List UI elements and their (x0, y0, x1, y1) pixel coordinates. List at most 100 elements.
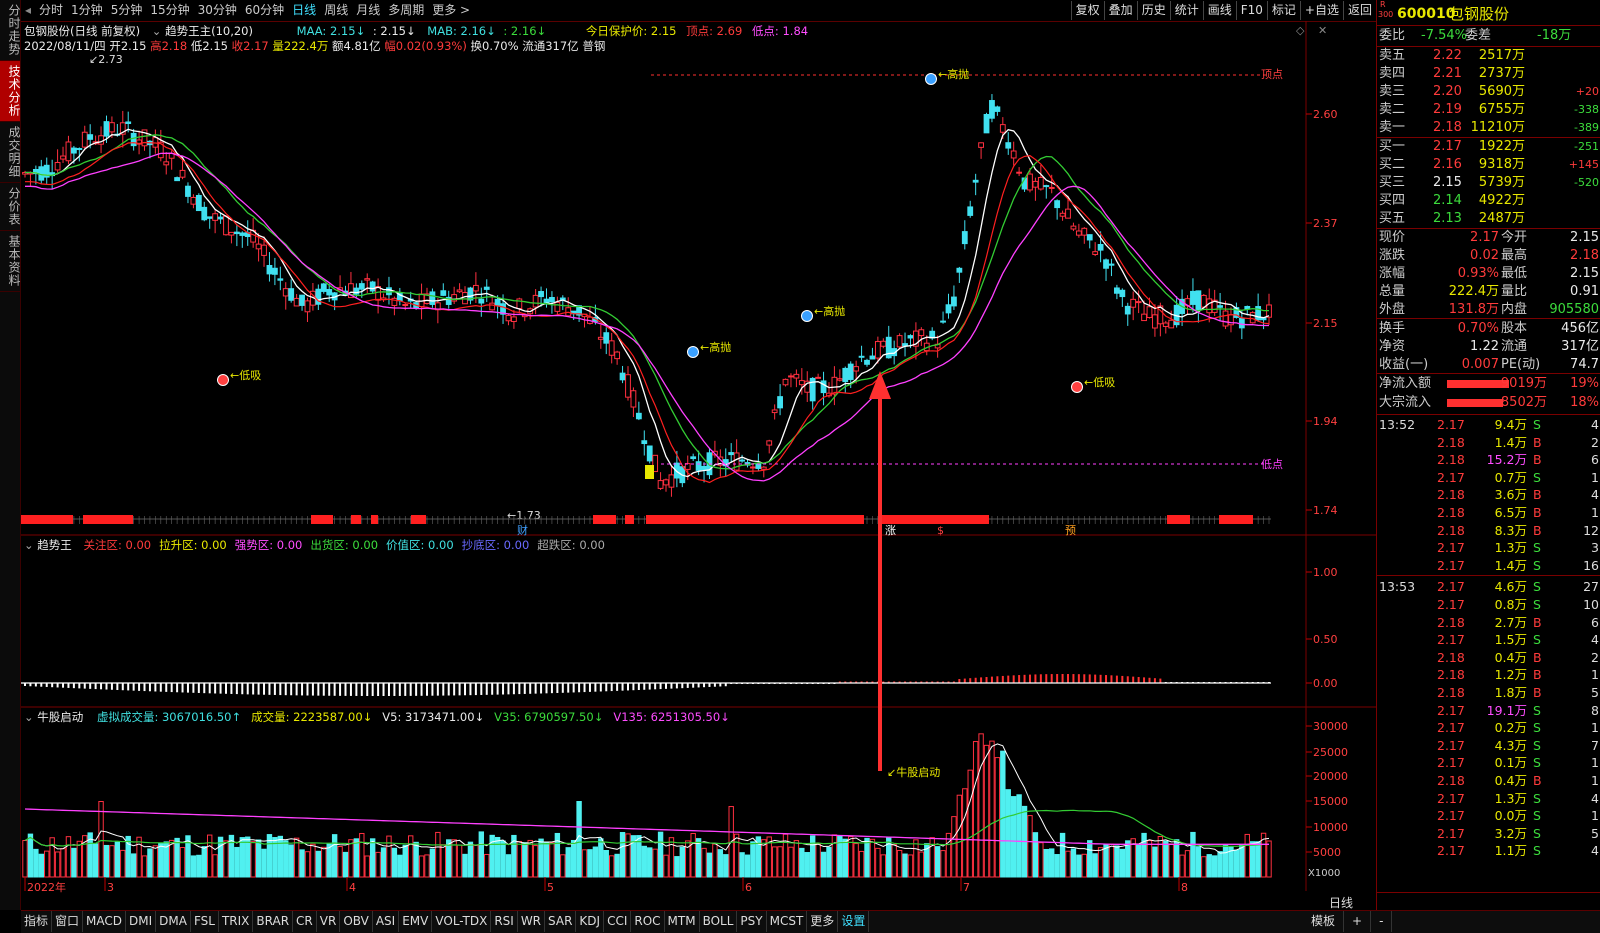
daily-button[interactable]: 日线 (1329, 894, 1353, 911)
toolbar-button-6[interactable]: 标记 (1266, 1, 1300, 20)
indicator-tab-22[interactable]: PSY (737, 911, 767, 932)
tick-price: 2.17 (1437, 825, 1465, 841)
toolbar-collapse-icon[interactable]: ◂ (21, 0, 35, 21)
indicator-tab-0[interactable]: 指标 (21, 911, 53, 932)
tick-row: 2.18 1.2万 B 1 (1377, 666, 1600, 683)
tick-volume: 3.6万 (1494, 487, 1527, 503)
indicator-tab-11[interactable]: ASI (373, 911, 400, 932)
period-tab-6[interactable]: 日线 (288, 0, 320, 21)
candle (516, 297, 523, 314)
toolbar-button-4[interactable]: 画线 (1202, 1, 1236, 20)
buys-label: 买二 (1379, 157, 1406, 172)
toolbar-button-8[interactable]: 返回 (1342, 1, 1376, 20)
toolbar-button-3[interactable]: 统计 (1169, 1, 1203, 20)
indicator-tab-2[interactable]: MACD (83, 911, 127, 932)
left-tab-4[interactable]: 基本资料 (0, 231, 21, 292)
period-tab-8[interactable]: 月线 (352, 0, 384, 21)
period-tab-3[interactable]: 15分钟 (146, 0, 193, 21)
indicator-tab-7[interactable]: BRAR (253, 911, 294, 932)
indicator-tab-16[interactable]: SAR (545, 911, 577, 932)
indicator-tab-13[interactable]: VOL-TDX (432, 911, 492, 932)
sells-price: 2.19 (1433, 102, 1462, 117)
indicator-tab-14[interactable]: RSI (491, 911, 518, 932)
indicator-tab-24[interactable]: 更多 (807, 911, 839, 932)
quote2-label2: 流通 (1501, 339, 1528, 354)
tick-volume: 15.2万 (1486, 452, 1527, 468)
period-tab-10[interactable]: 更多 > (428, 0, 474, 21)
candle (646, 445, 653, 464)
bottom-right-btn-2[interactable]: - (1371, 911, 1393, 932)
candle (152, 129, 159, 154)
indicator-tab-3[interactable]: DMI (126, 911, 157, 932)
ind1-chevron-icon[interactable]: ⌄ (24, 538, 34, 552)
indicator-tab-12[interactable]: EMV (399, 911, 433, 932)
left-tab-3[interactable]: 分价表 (0, 183, 21, 231)
indicator-tab-19[interactable]: ROC (631, 911, 665, 932)
candle (163, 152, 170, 175)
period-tab-4[interactable]: 30分钟 (194, 0, 241, 21)
period-tab-9[interactable]: 多周期 (384, 0, 428, 21)
indicator-tab-20[interactable]: MTM (665, 911, 700, 932)
svg-text:←高抛: ←高抛 (700, 340, 731, 354)
indicator-tab-10[interactable]: OBV (340, 911, 373, 932)
indicator-tab-8[interactable]: CR (293, 911, 317, 932)
tick-volume: 1.5万 (1494, 632, 1527, 648)
sells-change: -338 (1574, 103, 1599, 116)
indicator-tab-17[interactable]: KDJ (576, 911, 605, 932)
period-tab-1[interactable]: 1分钟 (67, 0, 107, 21)
candle (1032, 177, 1039, 201)
period-tab-7[interactable]: 周线 (320, 0, 352, 21)
tick-time: 13:52 (1379, 417, 1416, 432)
left-tab-2[interactable]: 成交明细 (0, 122, 21, 183)
left-tab-1[interactable]: 技术分析 (0, 61, 21, 122)
tick-volume: 1.4万 (1494, 557, 1527, 573)
ind2-name[interactable]: 牛股启动 (37, 710, 83, 724)
ind2-header: ⌄ 牛股启动 虚拟成交量: 3067016.50↑ 成交量: 2223587.00… (24, 709, 730, 725)
toolbar-button-7[interactable]: +自选 (1299, 1, 1343, 20)
indicator-tab-6[interactable]: TRIX (219, 911, 254, 932)
period-tab-0[interactable]: 分时 (35, 0, 67, 21)
tick-side: S (1533, 597, 1541, 612)
top-point-label: 顶点 (1261, 68, 1283, 81)
quote-value: 2.17 (1470, 230, 1499, 245)
indicator-tab-25[interactable]: 设置 (838, 911, 870, 932)
quote-label2: 内盘 (1501, 302, 1528, 317)
indicator-tab-1[interactable]: 窗口 (52, 911, 84, 932)
toolbar-button-5[interactable]: F10 (1235, 1, 1267, 20)
indicator-tab-18[interactable]: CCI (604, 911, 632, 932)
tick-row: 2.17 1.1万 S 4 (1377, 842, 1600, 859)
candle (603, 327, 610, 355)
indicator-tab-4[interactable]: DMA (156, 911, 191, 932)
period-tab-2[interactable]: 5分钟 (107, 0, 147, 21)
indicator-tab-15[interactable]: WR (518, 911, 546, 932)
candle (27, 171, 34, 187)
bar-event-label: 预 (1065, 524, 1076, 537)
indicator-tab-21[interactable]: BOLL (700, 911, 738, 932)
period-tab-5[interactable]: 60分钟 (241, 0, 288, 21)
candle (1037, 164, 1044, 191)
left-tab-0[interactable]: 分时走势 (0, 0, 21, 61)
quote-label2: 量比 (1501, 284, 1528, 299)
status-bar (21, 515, 1271, 524)
indicator-tab-9[interactable]: VR (317, 911, 341, 932)
sells-price: 2.21 (1433, 66, 1462, 81)
chart-canvas[interactable]: 2.602.372.151.941.74顶点低点↙2.73←1.73←高抛←高抛… (21, 21, 1376, 911)
candle (1228, 307, 1234, 333)
toolbar-button-0[interactable]: 复权 (1070, 1, 1104, 20)
toolbar-button-2[interactable]: 历史 (1136, 1, 1170, 20)
indicator-tab-5[interactable]: FSL (191, 911, 219, 932)
candle (1070, 222, 1077, 232)
quote-label: 涨跌 (1379, 248, 1406, 263)
bar-event-label: 财 (517, 523, 528, 537)
sells-row-3: 卖二 2.19 6755万 -338 (1377, 101, 1600, 119)
candle (505, 313, 512, 326)
ind2-chevron-icon[interactable]: ⌄ (24, 710, 34, 724)
tick-volume: 1.3万 (1494, 540, 1527, 556)
bottom-right-btn-0[interactable]: 模板 (1303, 911, 1345, 932)
ind1-name[interactable]: 趋势王 (37, 538, 72, 552)
tick-price: 2.18 (1437, 434, 1465, 450)
bottom-right-btn-1[interactable]: + (1344, 911, 1372, 932)
indicator-tab-23[interactable]: MCST (767, 911, 808, 932)
tick-count: 1 (1591, 505, 1599, 520)
toolbar-button-1[interactable]: 叠加 (1103, 1, 1137, 20)
